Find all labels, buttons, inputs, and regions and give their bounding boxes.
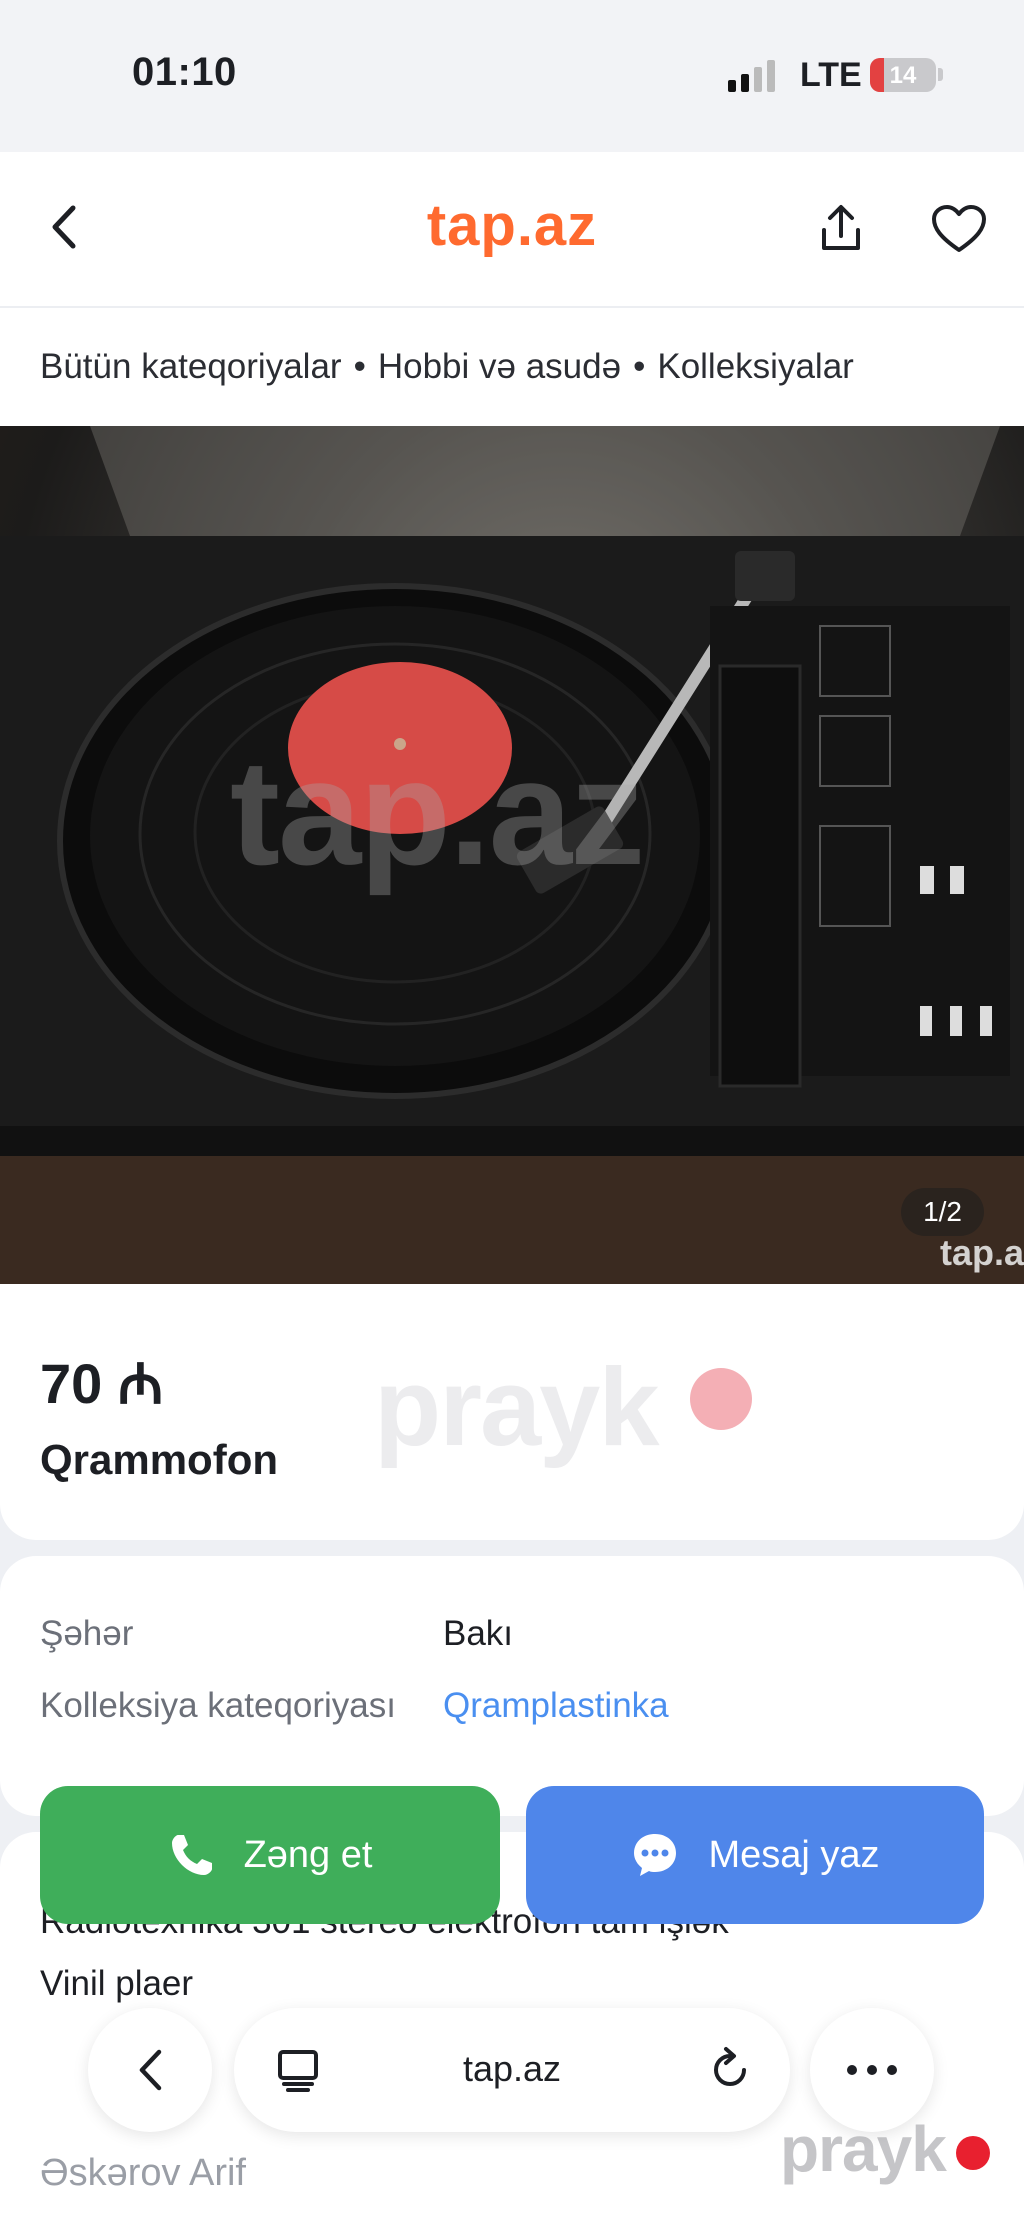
more-icon: [847, 2065, 897, 2075]
listing-price: 70 ₼: [40, 1352, 164, 1415]
call-button[interactable]: Zəng et: [40, 1786, 500, 1924]
message-label: Mesaj yaz: [708, 1833, 880, 1876]
message-button[interactable]: Mesaj yaz: [526, 1786, 984, 1924]
battery-icon: 14: [870, 58, 936, 92]
detail-label: Şəhər: [40, 1614, 134, 1653]
heart-icon: [932, 205, 986, 252]
favorite-button[interactable]: [922, 194, 996, 264]
photo-counter: 1/2: [901, 1188, 984, 1236]
breadcrumb: Bütün kateqoriyalar • Hobbi və asudə • K…: [0, 308, 1024, 426]
details-card: Şəhər Bakı Kolleksiya kateqoriyası Qramp…: [0, 1556, 1024, 1816]
overlay-watermark-dot: [956, 2136, 990, 2170]
chat-icon: [634, 1834, 677, 1876]
seller-name[interactable]: Əskərov Arif: [40, 2152, 246, 2195]
detail-value: Bakı: [443, 1614, 514, 1653]
signal-icon: [728, 58, 775, 92]
detail-value-link[interactable]: Qramplastinka: [443, 1682, 669, 1730]
breadcrumb-separator: •: [633, 347, 646, 386]
share-button[interactable]: [806, 194, 876, 264]
chevron-left-icon: [139, 2049, 162, 2091]
network-type: LTE: [800, 56, 862, 94]
top-nav: tap.az: [0, 152, 1024, 308]
overlay-watermark: prayk: [780, 2113, 947, 2185]
status-bar: 01:10 LTE 14: [0, 0, 1024, 152]
reload-icon[interactable]: [704, 2044, 756, 2096]
price-watermark: prayk: [374, 1346, 660, 1469]
share-icon: [822, 205, 860, 250]
description-line: Vinil plaer: [40, 1964, 194, 2003]
gallery-watermark: tap.az: [230, 728, 645, 896]
browser-address-bar[interactable]: tap.az: [234, 2008, 790, 2132]
call-label: Zəng et: [243, 1833, 373, 1876]
listing-title: Qrammofon: [40, 1436, 279, 1483]
battery-level: 14: [889, 62, 917, 89]
breadcrumb-item-hobby[interactable]: Hobbi və asudə: [378, 347, 621, 387]
breadcrumb-item-all-categories[interactable]: Bütün kateqoriyalar: [40, 347, 342, 387]
breadcrumb-separator: •: [353, 347, 366, 386]
status-time: 01:10: [132, 50, 237, 94]
detail-label: Kolleksiya kateqoriyası: [40, 1686, 396, 1725]
photo-gallery[interactable]: tap.az tap.a 1/2: [0, 426, 1024, 1284]
gallery-corner-watermark: tap.a: [939, 1232, 1024, 1273]
phone-icon: [171, 1835, 212, 1875]
breadcrumb-item-collections[interactable]: Kolleksiyalar: [657, 347, 853, 387]
browser-back-button[interactable]: [88, 2008, 212, 2132]
watermark-dot: [690, 1368, 752, 1430]
price-card: prayk 70 ₼ Qrammofon: [0, 1284, 1024, 1540]
